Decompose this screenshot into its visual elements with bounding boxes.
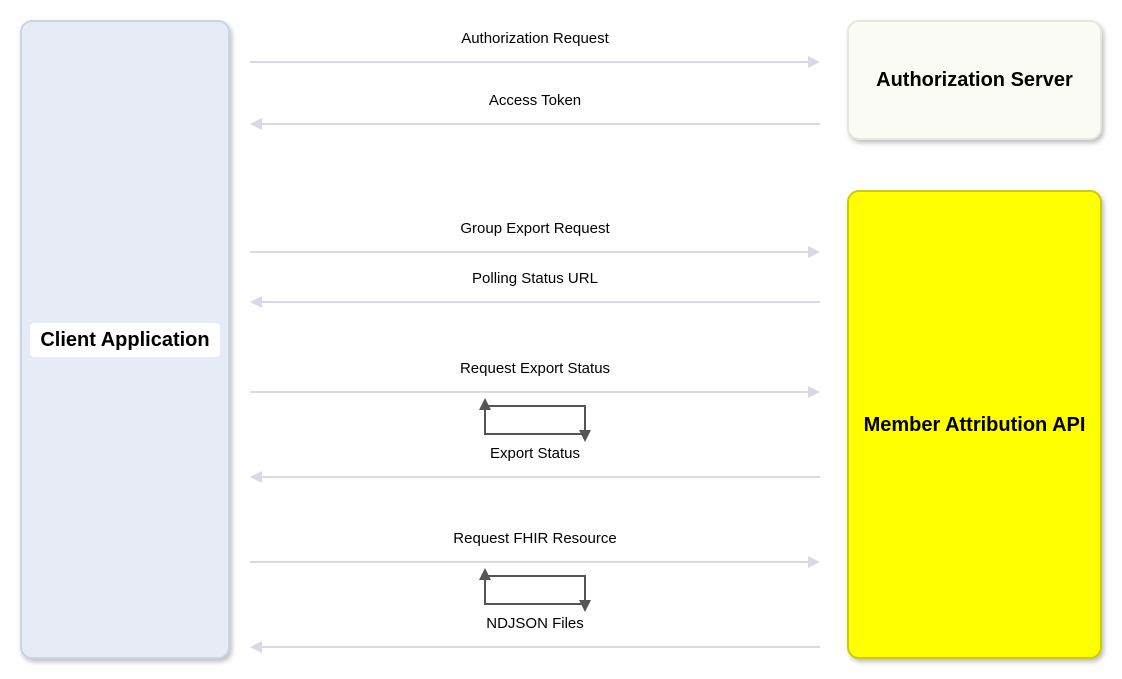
loop-icon xyxy=(465,568,605,612)
label-access-token: Access Token xyxy=(250,92,820,109)
arrow-access-token xyxy=(250,112,820,136)
label-req-export-status: Request Export Status xyxy=(250,360,820,377)
label-req-fhir: Request FHIR Resource xyxy=(250,530,820,547)
node-authorization-server: Authorization Server xyxy=(847,20,1102,140)
label-group-export: Group Export Request xyxy=(250,220,820,237)
arrow-group-export xyxy=(250,240,820,264)
label-polling-url: Polling Status URL xyxy=(250,270,820,287)
node-api-label: Member Attribution API xyxy=(864,412,1086,438)
sequence-diagram: Client Application Authorization Server … xyxy=(20,20,1102,659)
label-ndjson: NDJSON Files xyxy=(250,615,820,632)
node-client-application: Client Application xyxy=(20,20,230,659)
arrow-export-status xyxy=(250,465,820,489)
arrow-ndjson xyxy=(250,635,820,659)
label-export-status: Export Status xyxy=(250,445,820,462)
node-auth-label: Authorization Server xyxy=(876,67,1073,93)
label-auth-request: Authorization Request xyxy=(250,30,820,47)
arrow-auth-request xyxy=(250,50,820,74)
node-client-label: Client Application xyxy=(30,323,219,357)
node-member-attribution-api: Member Attribution API xyxy=(847,190,1102,659)
loop-icon xyxy=(465,398,605,442)
arrow-polling-url xyxy=(250,290,820,314)
